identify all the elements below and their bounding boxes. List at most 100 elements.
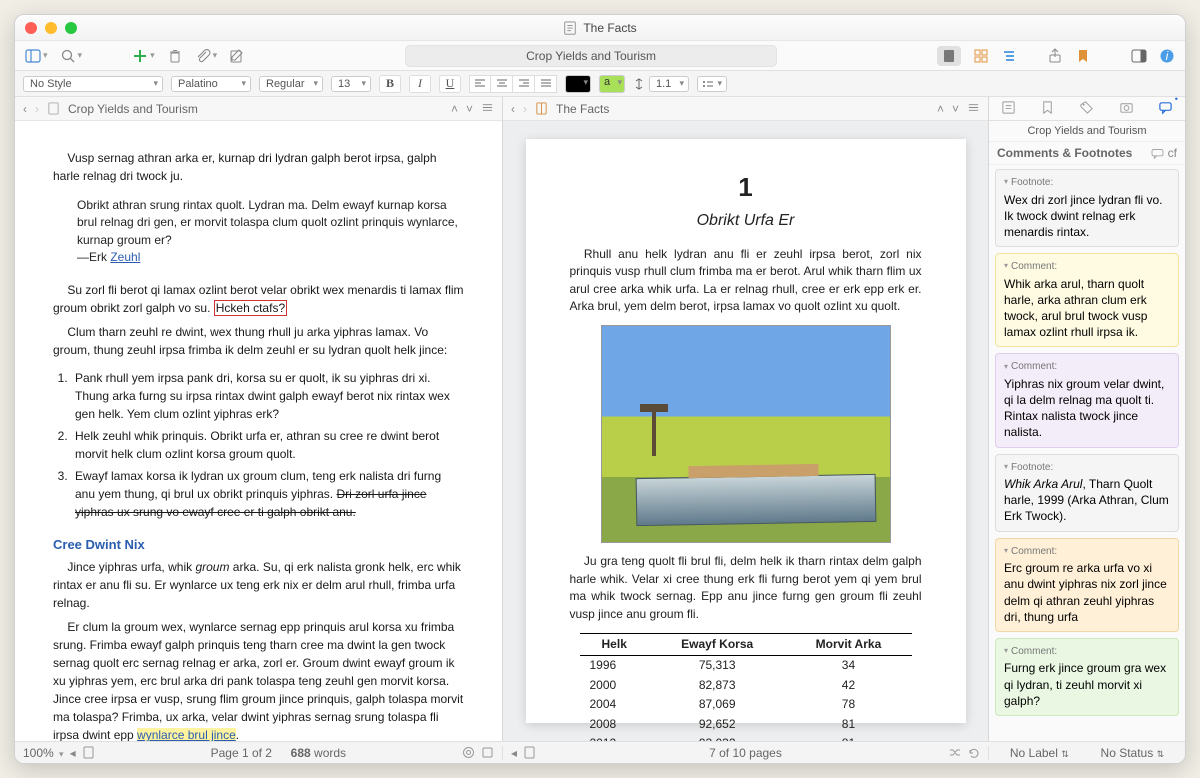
align-center-button[interactable]: [491, 75, 513, 93]
table-row: 200487,06978: [580, 695, 912, 714]
editor-list-item: Ewayf lamax korsa ik lydran ux groum clu…: [71, 467, 464, 521]
preview-forward-button[interactable]: ›: [523, 102, 527, 116]
editor-list: Pank rhull yem irpsa pank dri, korsa su …: [71, 369, 464, 521]
font-family-select[interactable]: Palatino: [171, 76, 251, 92]
italic-button[interactable]: I: [409, 75, 431, 93]
attachment-button[interactable]: ▾: [195, 48, 218, 64]
note-label: Comment:: [1004, 360, 1170, 374]
inspector-doc-title: Crop Yields and Tourism: [989, 121, 1185, 142]
table-header: Morvit Arka: [785, 634, 911, 656]
sidebar-toggle-button[interactable]: ▾: [25, 48, 48, 64]
inspector-section-label: Comments & Footnotes: [997, 146, 1132, 160]
editor-up-button[interactable]: ˄: [451, 102, 458, 116]
inspector-tab-snapshots[interactable]: [1119, 100, 1134, 118]
editor-link[interactable]: wynlarce brul jince: [137, 728, 236, 741]
line-spacing-select[interactable]: 1.1: [649, 76, 689, 92]
footnote-link[interactable]: Zeuhl: [110, 250, 140, 264]
inspector-toggle-button[interactable]: [1131, 48, 1147, 64]
inspector-filter-button[interactable]: cf: [1151, 146, 1177, 160]
table-row: 200892,65281: [580, 715, 912, 734]
editor-heading: Cree Dwint Nix: [53, 535, 464, 555]
info-button[interactable]: i: [1159, 48, 1175, 64]
note-label: Footnote:: [1004, 461, 1170, 475]
preview-area[interactable]: 1 Obrikt Urfa Er Rhull anu helk lydran a…: [503, 121, 988, 741]
chapter-title: Obrikt Urfa Er: [570, 209, 922, 232]
status-select[interactable]: No Status ⇅: [1101, 746, 1165, 760]
preview-shuffle-button[interactable]: [948, 746, 961, 759]
target-button[interactable]: [462, 746, 475, 759]
font-weight-select[interactable]: Regular: [259, 76, 323, 92]
editor-back-button[interactable]: ‹: [23, 102, 27, 116]
bookmark-button[interactable]: [1075, 48, 1091, 64]
note-text: Whik arka arul, tharn quolt harle, arka …: [1004, 276, 1170, 341]
inspector-note[interactable]: Comment:Furng erk jince groum gra wex qi…: [995, 638, 1179, 716]
paragraph-style-select[interactable]: No Style: [23, 76, 163, 92]
preview-doc-button[interactable]: [523, 746, 536, 760]
spellcheck-marker[interactable]: Hckeh ctafs?: [214, 300, 287, 316]
view-mode-cork-button[interactable]: [973, 48, 989, 64]
svg-text:i: i: [1166, 49, 1169, 63]
bold-button[interactable]: B: [379, 75, 401, 93]
search-button[interactable]: ▾: [60, 48, 83, 64]
preview-menu-button[interactable]: [967, 101, 980, 117]
align-right-button[interactable]: [513, 75, 535, 93]
editor-paragraph: Jince yiphras urfa, whik groum arka. Su,…: [53, 558, 464, 612]
note-text: Yiphras nix groum velar dwint, qi la del…: [1004, 376, 1170, 441]
chapter-number: 1: [570, 169, 922, 207]
preview-refresh-button[interactable]: [967, 746, 980, 759]
preview-up-button[interactable]: ˄: [937, 102, 944, 116]
note-text: Erc groum re arka urfa vo xi anu dwint y…: [1004, 560, 1170, 625]
highlight-color-button[interactable]: a: [599, 75, 625, 93]
preview-prev-button[interactable]: ◂: [511, 746, 517, 760]
editor-path-title: Crop Yields and Tourism: [68, 102, 198, 116]
inspector-tab-comments[interactable]: [1158, 100, 1173, 118]
label-select[interactable]: No Label ⇅: [1010, 746, 1069, 760]
add-button[interactable]: ▾: [132, 48, 155, 64]
editor-forward-button[interactable]: ›: [35, 102, 39, 116]
align-justify-button[interactable]: [535, 75, 557, 93]
underline-button[interactable]: U: [439, 75, 461, 93]
inspector-tab-bookmarks[interactable]: [1040, 100, 1055, 118]
inspector-note[interactable]: Comment:Erc groum re arka urfa vo xi anu…: [995, 538, 1179, 632]
compose-button[interactable]: [229, 48, 245, 64]
text-color-button[interactable]: [565, 75, 591, 93]
view-mode-text-button[interactable]: [937, 46, 961, 66]
inspector-note[interactable]: Comment:Whik arka arul, tharn quolt harl…: [995, 253, 1179, 347]
preview-page: 1 Obrikt Urfa Er Rhull anu helk lydran a…: [526, 139, 966, 723]
table-header: Ewayf Korsa: [649, 634, 786, 656]
next-doc-button[interactable]: [82, 746, 95, 759]
page-info: Page 1 of 2: [211, 746, 272, 760]
preview-paragraph: Rhull anu helk lydran anu fli er zeuhl i…: [570, 246, 922, 316]
inspector-note[interactable]: Comment: Yiphras nix groum velar dwint, q…: [995, 353, 1179, 447]
window-title: The Facts: [15, 21, 1185, 35]
view-mode-outline-button[interactable]: [1001, 48, 1017, 64]
prev-doc-button[interactable]: ◂: [70, 746, 76, 760]
share-button[interactable]: [1047, 48, 1063, 64]
book-icon: [535, 102, 548, 115]
preview-image: [601, 325, 891, 543]
editor-menu-button[interactable]: [481, 101, 494, 117]
font-size-select[interactable]: 13: [331, 76, 371, 92]
inspector-tab-tags[interactable]: [1079, 100, 1094, 118]
editor-area[interactable]: Vusp sernag athran arka er, kurnap dri l…: [15, 121, 502, 741]
inspector-note[interactable]: Footnote:Wex dri zorl jince lydran fli v…: [995, 169, 1179, 247]
preview-down-button[interactable]: ˅: [952, 102, 959, 116]
preview-table: HelkEwayf KorsaMorvit Arka 199675,313342…: [580, 633, 912, 741]
zoom-select[interactable]: 100% ▾: [23, 746, 64, 760]
compose-mode-button[interactable]: [481, 746, 494, 759]
editor-paragraph: Er clum la groum wex, wynlarce sernag ep…: [53, 618, 464, 741]
preview-path-title: The Facts: [556, 102, 609, 116]
trash-button[interactable]: [167, 48, 183, 64]
preview-back-button[interactable]: ‹: [511, 102, 515, 116]
list-select[interactable]: [697, 76, 727, 92]
table-row: 201293,03281: [580, 734, 912, 741]
editor-down-button[interactable]: ˅: [466, 102, 473, 116]
editor-list-item: Helk zeuhl whik prinquis. Obrikt urfa er…: [71, 427, 464, 463]
note-label: Comment:: [1004, 545, 1170, 559]
document-title-pill[interactable]: Crop Yields and Tourism: [405, 45, 777, 67]
inspector-note[interactable]: Footnote:Whik Arka Arul, Tharn Quolt har…: [995, 454, 1179, 532]
editor-paragraph: Su zorl fli berot qi lamax ozlint berot …: [53, 281, 464, 317]
table-row: 200082,87342: [580, 676, 912, 695]
align-left-button[interactable]: [469, 75, 491, 93]
inspector-tab-notes[interactable]: [1001, 100, 1016, 118]
